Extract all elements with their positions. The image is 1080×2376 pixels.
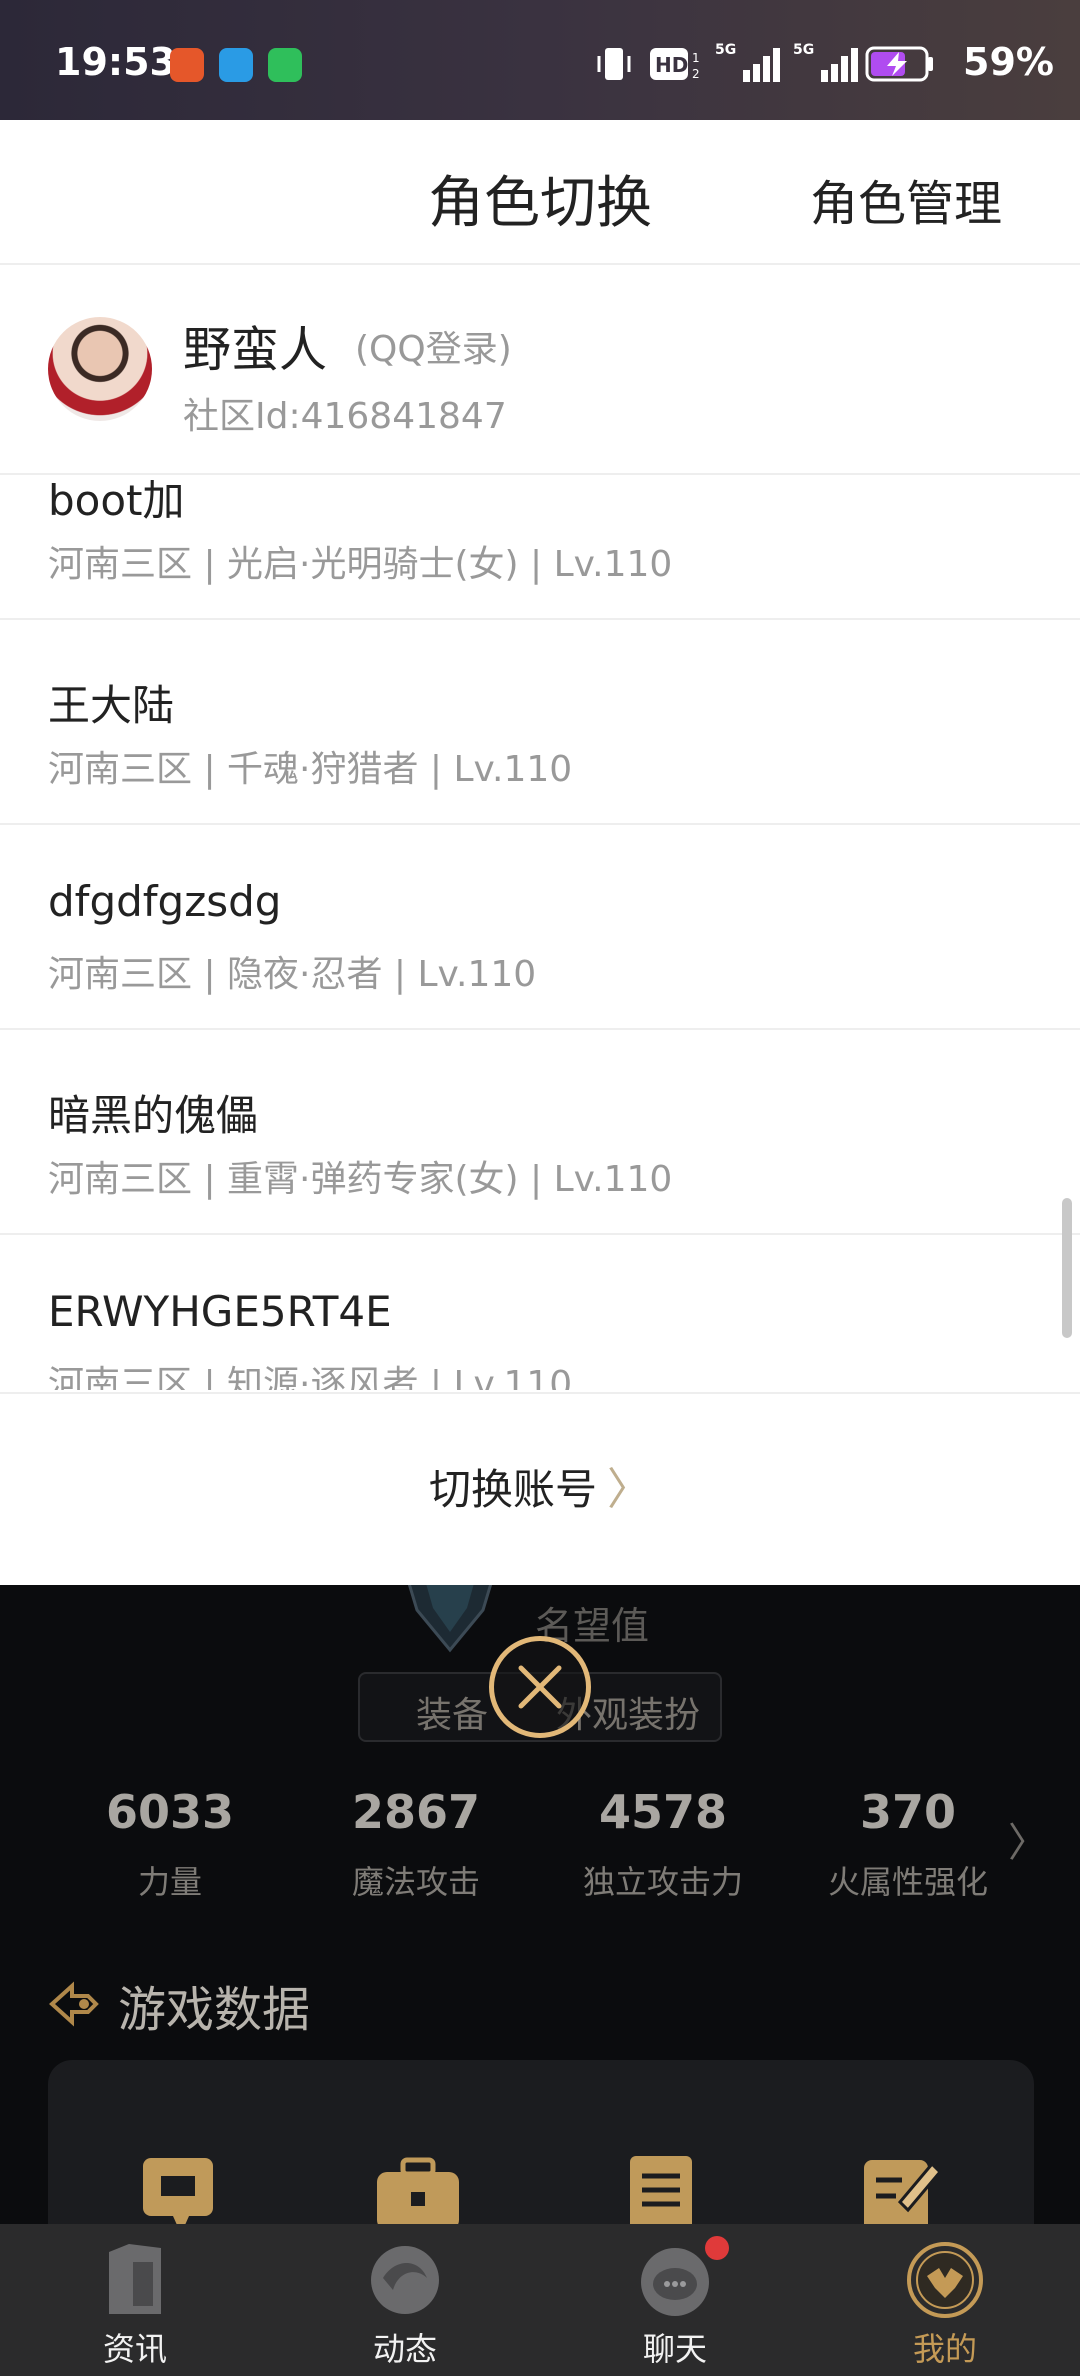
close-button[interactable] (489, 1636, 591, 1738)
stat-value: 4578 (598, 1785, 728, 1839)
role-name: ERWYHGE5RT4E (48, 1287, 392, 1336)
nav-label: 聊天 (642, 2330, 707, 2368)
battery-percent: 59% (963, 40, 1054, 84)
role-detail: 河南三区 | 千魂·狩猎者 | Lv.110 (48, 749, 573, 790)
dragon-icon (371, 2246, 439, 2314)
account-name: 野蛮人 (183, 322, 328, 378)
role-name: dfgdfgzsdg (48, 877, 282, 926)
nav-item-me[interactable]: 我的 (810, 2224, 1080, 2376)
stat-fire-enhance: 370 火属性强化 (788, 1785, 1028, 1903)
stat-value: 6033 (105, 1785, 235, 1839)
stat-value: 2867 (351, 1785, 481, 1839)
role-detail: 河南三区 | 隐夜·忍者 | Lv.110 (48, 954, 537, 995)
role-switch-sheet: 角色切换 角色管理 野蛮人 (QQ登录) 社区Id:416841847 boot… (0, 120, 1080, 1585)
role-item[interactable]: 王大陆 河南三区 | 千魂·狩猎者 | Lv.110 (0, 620, 1080, 825)
svg-text:1: 1 (692, 51, 700, 65)
role-item[interactable]: ERWYHGE5RT4E 河南三区 | 知源·逐风者 | Lv.110 (0, 1235, 1080, 1390)
stat-strength: 6033 力量 (50, 1785, 290, 1903)
role-list[interactable]: boot加 河南三区 | 光启·光明骑士(女) | Lv.110 王大陆 河南三… (0, 477, 1080, 1390)
profile-icon (907, 2242, 983, 2318)
account-row: 野蛮人 (QQ登录) 社区Id:416841847 (0, 265, 1080, 475)
login-type: (QQ登录) (355, 329, 512, 370)
role-list-content: boot加 河南三区 | 光启·光明骑士(女) | Lv.110 王大陆 河南三… (0, 477, 1080, 1390)
nav-item-feed[interactable]: 动态 (270, 2224, 540, 2376)
switch-account-button[interactable]: 切换账号〉 (0, 1392, 1080, 1585)
stat-label: 魔法攻击 (351, 1863, 480, 1901)
role-detail: 河南三区 | 光启·光明骑士(女) | Lv.110 (48, 544, 673, 585)
screen: 名望值 装备 外观装扮 6033 力量 2867 魔法攻击 4578 独立攻击力… (0, 0, 1080, 2376)
stats-row: 6033 力量 2867 魔法攻击 4578 独立攻击力 370 火属性强化 (0, 1785, 1080, 1905)
role-item[interactable]: 暗黑的傀儡 河南三区 | 重霄·弹药专家(女) | Lv.110 (0, 1030, 1080, 1235)
tab-equipment[interactable]: 装备 (416, 1686, 488, 1738)
vibrate-icon (597, 48, 631, 80)
arrow-section-icon (49, 1981, 99, 2027)
close-icon (518, 1665, 562, 1709)
avatar (48, 317, 152, 421)
stat-magic-attack: 2867 魔法攻击 (296, 1785, 536, 1903)
role-name: boot加 (48, 477, 185, 525)
signal-5g-icon: 5G (715, 42, 780, 82)
hd-icon: HD 1 2 (650, 48, 700, 81)
signal-5g-icon: 5G (793, 42, 858, 82)
scrollbar[interactable] (1062, 1198, 1072, 1338)
svg-text:5G: 5G (793, 42, 814, 58)
stat-label: 力量 (137, 1863, 202, 1901)
notification-app-icon (219, 48, 253, 82)
unread-badge (705, 2236, 729, 2260)
chat-icon (641, 2248, 709, 2316)
chevron-right-icon: 〉 (607, 1464, 651, 1515)
nav-label: 我的 (912, 2330, 977, 2368)
community-id: 社区Id:416841847 (183, 396, 507, 437)
switch-account-label: 切换账号 (428, 1465, 597, 1514)
stat-label: 独立攻击力 (582, 1863, 743, 1901)
svg-text:HD: HD (655, 53, 688, 77)
svg-text:5G: 5G (715, 42, 736, 58)
bottom-nav: 资讯 动态 聊天 我的 (0, 2224, 1080, 2376)
notification-app-icon (268, 48, 302, 82)
nav-item-news[interactable]: 资讯 (0, 2224, 270, 2376)
role-item[interactable]: boot加 河南三区 | 光启·光明骑士(女) | Lv.110 (0, 477, 1080, 620)
stat-label: 火属性强化 (827, 1863, 988, 1901)
status-bar: 19:53 HD 1 2 5G 5G 59% (0, 0, 1080, 120)
section-title: 游戏数据 (118, 1982, 311, 2038)
svg-text:2: 2 (692, 67, 700, 81)
role-manage-button[interactable]: 角色管理 (810, 164, 1002, 234)
stat-value: 370 (859, 1785, 957, 1839)
nav-label: 动态 (372, 2330, 437, 2368)
nav-label: 资讯 (102, 2330, 167, 2368)
news-icon (109, 2244, 161, 2314)
nav-item-chat[interactable]: 聊天 (540, 2224, 810, 2376)
status-time: 19:53 (55, 40, 176, 84)
stat-independent-attack: 4578 独立攻击力 (543, 1785, 783, 1903)
battery-charging-icon (865, 46, 933, 82)
role-detail: 河南三区 | 重霄·弹药专家(女) | Lv.110 (48, 1159, 673, 1200)
role-name: 王大陆 (48, 681, 175, 730)
role-name: 暗黑的傀儡 (48, 1091, 259, 1140)
role-detail: 河南三区 | 知源·逐风者 | Lv.110 (48, 1364, 573, 1390)
role-item[interactable]: dfgdfgzsdg 河南三区 | 隐夜·忍者 | Lv.110 (0, 825, 1080, 1030)
sheet-header: 角色切换 角色管理 (0, 120, 1080, 265)
notification-app-icon (170, 48, 204, 82)
stats-more-chevron-icon[interactable]: 〉 (1008, 1810, 1048, 1868)
